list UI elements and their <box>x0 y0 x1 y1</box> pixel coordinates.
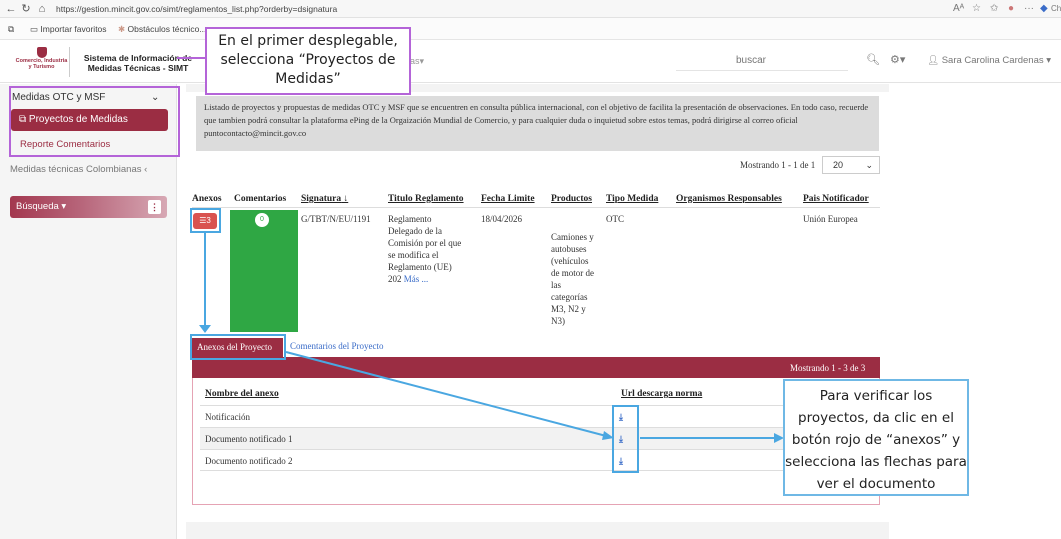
highlight-download-icons <box>612 405 639 473</box>
callout-verificar-proyectos: Para verificar los proyectos, da clic en… <box>783 379 969 496</box>
arrow-line-diagonal <box>285 351 611 438</box>
